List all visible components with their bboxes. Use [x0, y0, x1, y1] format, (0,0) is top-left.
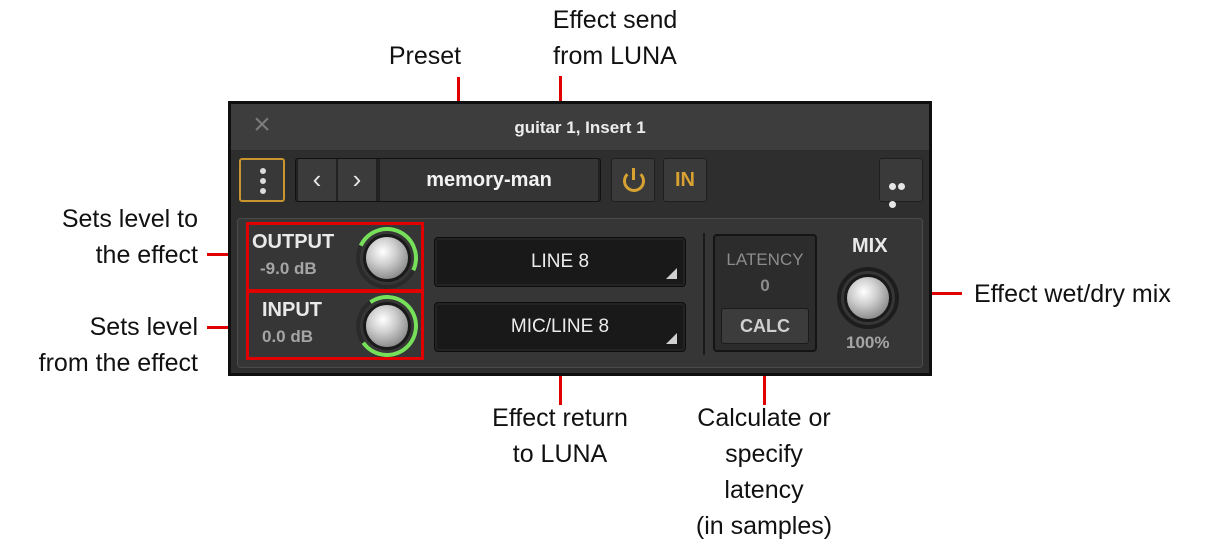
previous-preset-button[interactable]: ‹: [298, 159, 336, 201]
more-options-button[interactable]: [879, 158, 923, 208]
callout-effect-return: Effect return to LUNA: [460, 400, 660, 472]
dropdown-corner-icon: [666, 268, 677, 279]
callout-sets-level-from-line2: from the effect: [38, 349, 198, 377]
callout-effect-return-line1: Effect return: [492, 404, 628, 432]
panel-divider: [703, 233, 705, 355]
title-bar: × guitar 1, Insert 1: [231, 104, 929, 150]
return-routing-select[interactable]: MIC/LINE 8: [434, 302, 686, 352]
callout-sets-level-to-line1: Sets level to: [61, 205, 198, 233]
calc-button[interactable]: CALC: [721, 308, 809, 344]
send-routing-select[interactable]: LINE 8: [434, 237, 686, 287]
callout-sets-level-to: Sets level to the effect: [0, 201, 198, 273]
dropdown-corner-icon: [666, 333, 677, 344]
mix-value: 100%: [846, 333, 890, 352]
latency-value[interactable]: 0: [715, 276, 815, 296]
callout-latency-line2: specify: [725, 440, 803, 468]
mix-label: MIX: [852, 235, 888, 257]
callout-effect-return-line2: to LUNA: [512, 440, 608, 468]
return-routing-value: MIC/LINE 8: [510, 316, 610, 337]
mix-knob[interactable]: [844, 274, 892, 322]
callout-effect-send: Effect send from LUNA: [520, 2, 710, 74]
in-button[interactable]: IN: [663, 158, 707, 202]
callout-sets-level-from-line1: Sets level: [89, 313, 198, 341]
preset-name[interactable]: memory-man: [380, 159, 598, 201]
input-highlight-box: [246, 290, 424, 360]
latency-box: LATENCY 0 CALC: [713, 234, 817, 352]
power-button[interactable]: [611, 158, 655, 202]
callout-latency-line4: (in samples): [695, 512, 833, 540]
preset-navigator: ‹ › memory-man: [295, 158, 601, 202]
window-title: guitar 1, Insert 1: [514, 118, 646, 137]
callout-sets-level-from: Sets level from the effect: [0, 309, 198, 381]
callout-preset: Preset: [388, 42, 462, 70]
callout-effect-send-line1: Effect send: [552, 6, 678, 34]
callout-sets-level-to-line2: the effect: [95, 241, 198, 269]
output-highlight-box: [246, 222, 424, 292]
callout-latency-line3: latency: [724, 476, 804, 504]
send-routing-value: LINE 8: [530, 251, 590, 272]
callout-latency: Calculate or specify latency (in samples…: [664, 400, 864, 544]
callout-wet-dry: Effect wet/dry mix: [974, 280, 1171, 308]
vertical-dots-icon: [260, 168, 266, 194]
latency-label: LATENCY: [726, 250, 804, 269]
horizontal-dots-icon: [889, 177, 915, 208]
power-icon-stem: [632, 168, 635, 180]
callout-effect-send-line2: from LUNA: [553, 42, 677, 70]
next-preset-button[interactable]: ›: [338, 159, 376, 201]
plugin-menu-button[interactable]: [239, 158, 285, 202]
callout-latency-line1: Calculate or: [697, 404, 831, 432]
